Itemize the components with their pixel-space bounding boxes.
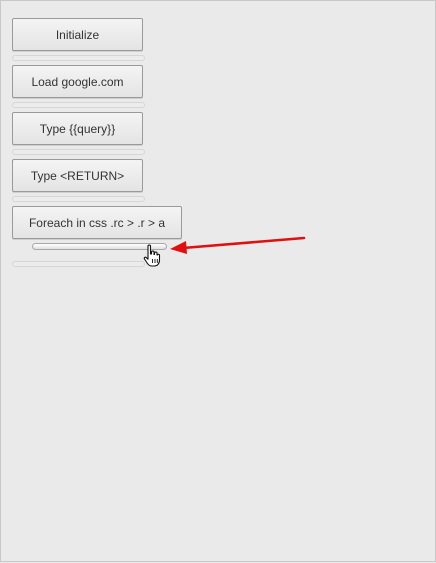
step-separator xyxy=(12,149,145,155)
initialize-button[interactable]: Initialize xyxy=(12,18,143,51)
foreach-css-button[interactable]: Foreach in css .rc > .r > a xyxy=(12,206,182,239)
hand-pointer-icon xyxy=(143,244,161,267)
type-query-button[interactable]: Type {{query}} xyxy=(12,112,143,145)
red-arrow-icon xyxy=(170,236,306,254)
workflow-panel: Initialize Load google.com Type {{query}… xyxy=(0,0,436,562)
step-separator xyxy=(12,102,145,108)
type-return-button[interactable]: Type <RETURN> xyxy=(12,159,143,192)
step-separator xyxy=(12,196,145,202)
load-google-button[interactable]: Load google.com xyxy=(12,65,143,98)
step-separator xyxy=(12,55,145,61)
step-separator xyxy=(12,261,145,267)
